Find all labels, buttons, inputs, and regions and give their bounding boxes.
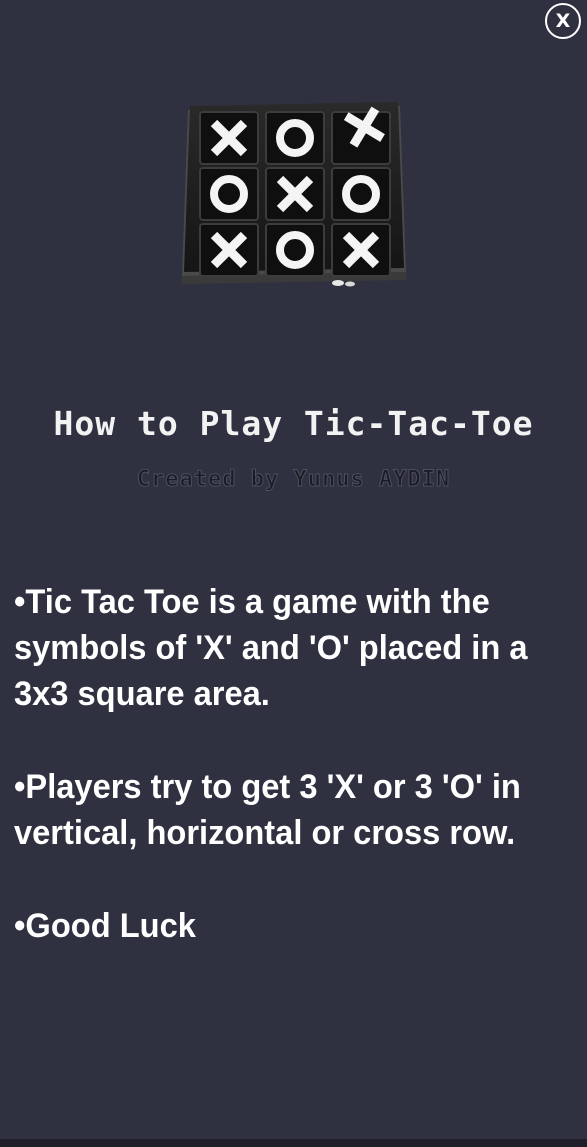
tic-tac-toe-board-illustration [178,96,410,296]
author-credit: Created by Yunus AYDIN [136,467,451,493]
close-button[interactable]: X [545,3,581,39]
instruction-paragraph-2: •Players try to get 3 'X' or 3 'O' in ve… [14,768,521,852]
close-button-label: X [555,9,571,32]
bottom-edge [0,1139,587,1147]
instruction-paragraph-1: •Tic Tac Toe is a game with the symbols … [14,583,528,713]
instruction-paragraph-3: •Good Luck [14,907,196,945]
page-title: How to Play Tic-Tac-Toe [53,404,534,443]
instructions-list: •Tic Tac Toe is a game with the symbols … [14,579,574,996]
board-cells [199,106,391,277]
